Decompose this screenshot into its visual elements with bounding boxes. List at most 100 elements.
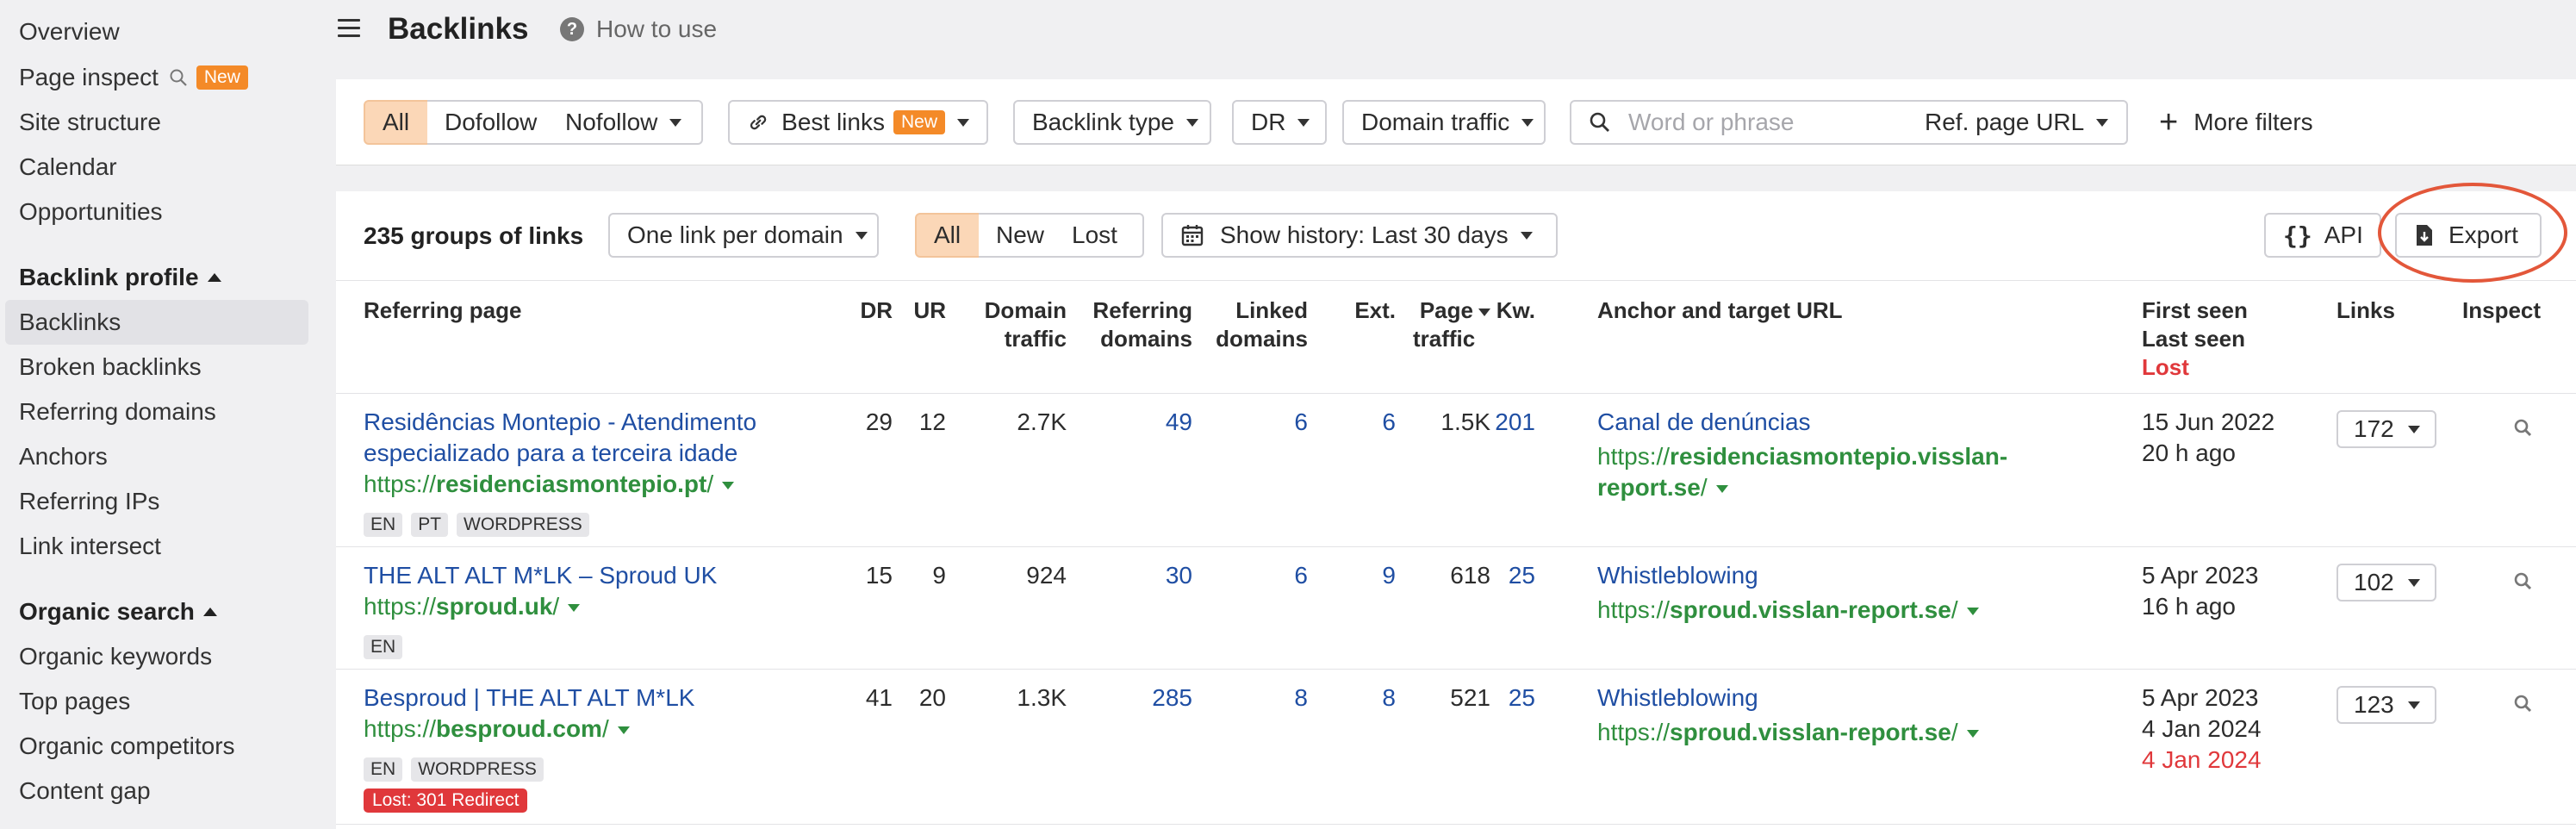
links-count-dropdown[interactable]: 123	[2336, 686, 2436, 724]
referring-domains-link[interactable]: 285	[1075, 683, 1192, 714]
row-divider	[336, 393, 2576, 394]
referring-domains-link[interactable]: 30	[1075, 560, 1192, 591]
filter-dofollow-button[interactable]: Dofollow	[427, 100, 550, 145]
sidebar-item-link-intersect[interactable]: Link intersect	[19, 531, 161, 562]
sidebar-item-overview[interactable]: Overview	[19, 16, 120, 47]
sidebar-item-site-structure[interactable]: Site structure	[19, 107, 161, 138]
history-dropdown[interactable]: Show history: Last 30 days	[1161, 213, 1558, 258]
target-url[interactable]: https://sproud.visslan-report.se/	[1597, 717, 1979, 748]
col-referring-page[interactable]: Referring page	[364, 296, 522, 325]
url-suffix: /	[1951, 596, 1958, 623]
sidebar-item-content-gap[interactable]: Content gap	[19, 776, 151, 807]
filter-nofollow-dropdown[interactable]: Nofollow	[548, 100, 703, 145]
col-anchor-target[interactable]: Anchor and target URL	[1597, 296, 1843, 325]
last-seen-date: 4 Jan 2024	[2142, 715, 2262, 742]
sidebar-item-referring-domains[interactable]: Referring domains	[19, 396, 216, 427]
sidebar-item-calendar[interactable]: Calendar	[19, 152, 117, 183]
referring-page-url[interactable]: https://besproud.com/	[364, 714, 630, 745]
col-page-traffic[interactable]: Page traffic	[1394, 296, 1490, 353]
calendar-icon	[1181, 225, 1204, 246]
col-dr[interactable]: DR	[853, 296, 893, 325]
col-kw[interactable]: Kw.	[1490, 296, 1535, 325]
kw-link[interactable]: 25	[1490, 560, 1535, 591]
inspect-search-icon[interactable]	[2512, 417, 2535, 439]
best-links-dropdown[interactable]: Best links New	[728, 100, 988, 145]
referring-page-title-link[interactable]: Residências Montepio - Atendimento especi…	[364, 407, 756, 469]
chevron-down-icon	[855, 231, 868, 240]
target-url[interactable]: https://sproud.visslan-report.se/	[1597, 595, 1979, 626]
status-lost-button[interactable]: Lost	[1055, 213, 1144, 258]
links-count-dropdown[interactable]: 102	[2336, 564, 2436, 601]
anchor-text-link[interactable]: Canal de denúncias	[1597, 407, 1811, 438]
sidebar-section-organic-search[interactable]: Organic search	[19, 596, 217, 627]
platform-tag: WORDPRESS	[411, 757, 544, 782]
sidebar-item-broken-backlinks[interactable]: Broken backlinks	[19, 352, 202, 383]
more-filters-button[interactable]: + More filters	[2159, 100, 2313, 145]
last-seen-date: 20 h ago	[2142, 439, 2236, 466]
sidebar-item-anchors[interactable]: Anchors	[19, 441, 108, 472]
referring-page-url[interactable]: https://sproud.uk/	[364, 591, 581, 622]
linked-domains-link[interactable]: 6	[1201, 560, 1308, 591]
referring-page-title-link[interactable]: Besproud | THE ALT ALT M*LK	[364, 683, 694, 714]
col-first-last-seen[interactable]: First seen Last seen Lost	[2142, 296, 2248, 382]
sidebar-section-backlink-profile[interactable]: Backlink profile	[19, 262, 221, 293]
ext-link[interactable]: 6	[1325, 407, 1396, 438]
sidebar-item-label: Opportunities	[19, 198, 163, 225]
url-suffix: /	[552, 593, 560, 620]
col-linked-domains[interactable]: Linked domains	[1201, 296, 1308, 353]
grouping-dropdown[interactable]: One link per domain	[608, 213, 879, 258]
groups-count: 235 groups of links	[364, 222, 584, 249]
search-input[interactable]: Word or phrase	[1570, 100, 1909, 145]
hamburger-menu-icon[interactable]	[338, 19, 360, 38]
row-divider	[336, 546, 2576, 547]
col-ext[interactable]: Ext.	[1325, 296, 1396, 325]
ext-link[interactable]: 9	[1325, 560, 1396, 591]
links-count-dropdown[interactable]: 172	[2336, 410, 2436, 448]
backlink-type-dropdown[interactable]: Backlink type	[1013, 100, 1211, 145]
status-all-button[interactable]: All	[915, 213, 980, 258]
chevron-down-icon	[568, 604, 581, 613]
col-links[interactable]: Links	[2336, 296, 2395, 325]
sidebar-item-opportunities[interactable]: Opportunities	[19, 196, 163, 228]
header-line: domains	[1216, 326, 1308, 352]
anchor-text-link[interactable]: Whistleblowing	[1597, 560, 1758, 591]
status-new-button[interactable]: New	[979, 213, 1056, 258]
col-referring-domains[interactable]: Referring domains	[1075, 296, 1192, 353]
page-traffic-value: 1.5K	[1440, 408, 1490, 435]
inspect-search-icon[interactable]	[2512, 570, 2535, 593]
anchor-text-link[interactable]: Whistleblowing	[1597, 683, 1758, 714]
ext-link[interactable]: 8	[1325, 683, 1396, 714]
sidebar-item-referring-ips[interactable]: Referring IPs	[19, 486, 159, 517]
inspect-search-icon[interactable]	[2512, 693, 2535, 715]
url-suffix: /	[601, 715, 609, 742]
target-url[interactable]: https://residenciasmontepio.visslan-repo…	[1597, 441, 2007, 503]
linked-domains-link[interactable]: 8	[1201, 683, 1308, 714]
search-placeholder: Word or phrase	[1628, 109, 1795, 135]
sidebar-item-organic-competitors[interactable]: Organic competitors	[19, 731, 235, 762]
page-tags: EN PT WORDPRESS	[364, 507, 598, 538]
kw-link[interactable]: 25	[1490, 683, 1535, 714]
sidebar-item-top-pages[interactable]: Top pages	[19, 686, 130, 717]
api-braces-icon: {}	[2283, 221, 2312, 250]
sidebar-item-page-inspect[interactable]: Page inspect New	[19, 62, 248, 93]
filter-all-button[interactable]: All	[364, 100, 429, 145]
referring-page-title-link[interactable]: THE ALT ALT M*LK – Sproud UK	[364, 560, 717, 591]
referring-domains-link[interactable]: 49	[1075, 407, 1192, 438]
col-ur[interactable]: UR	[906, 296, 946, 325]
dr-dropdown[interactable]: DR	[1232, 100, 1327, 145]
sidebar-item-organic-keywords[interactable]: Organic keywords	[19, 641, 212, 672]
button-label: Best links	[781, 109, 885, 135]
referring-page-url[interactable]: https://residenciasmontepio.pt/	[364, 469, 735, 500]
domain-traffic-dropdown[interactable]: Domain traffic	[1342, 100, 1546, 145]
first-seen-date: 15 Jun 2022	[2142, 408, 2275, 435]
sidebar-item-backlinks[interactable]: Backlinks	[19, 307, 121, 338]
api-button[interactable]: {} API	[2264, 213, 2381, 258]
search-icon	[1590, 112, 1609, 132]
how-to-use-link[interactable]: ? How to use	[560, 16, 717, 43]
linked-domains-link[interactable]: 6	[1201, 407, 1308, 438]
col-domain-traffic[interactable]: Domain traffic	[956, 296, 1067, 353]
sidebar: Overview Page inspect New Site structure…	[0, 0, 319, 829]
kw-link[interactable]: 201	[1490, 407, 1535, 438]
ref-page-url-dropdown[interactable]: Ref. page URL	[1907, 100, 2128, 145]
section-heading: Backlink profile	[19, 264, 199, 290]
